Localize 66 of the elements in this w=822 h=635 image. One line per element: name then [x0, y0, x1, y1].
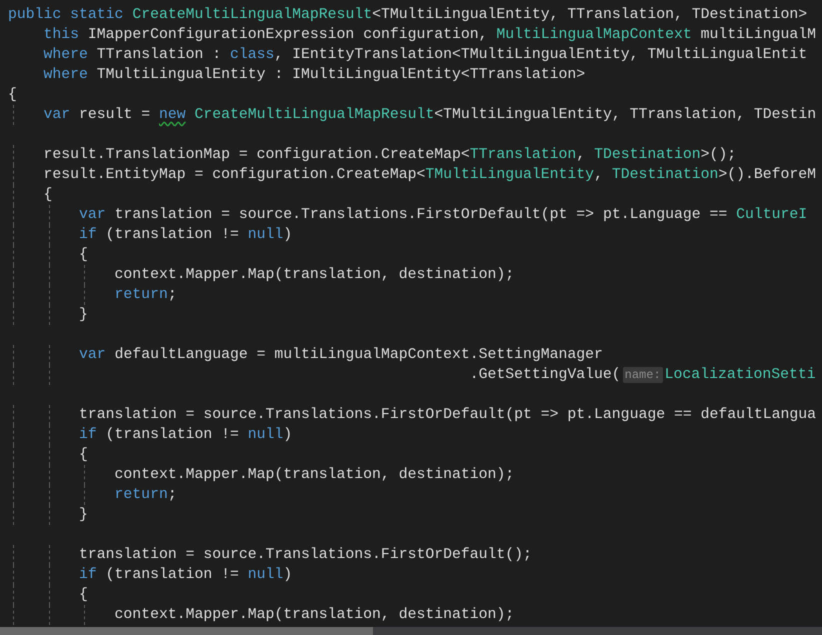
parameter-hint: name: [622, 367, 663, 383]
code-text: result.TranslationMap = configuration.CreateMap< [44, 146, 470, 165]
code-text: } [79, 306, 88, 325]
code-text: { [79, 246, 88, 265]
code-text: translation = source.Translations.FirstOrDefault(); [79, 546, 532, 565]
code-text: result = [79, 106, 152, 125]
flagged-keyword-text: new [158, 106, 186, 125]
scrollbar-thumb[interactable] [0, 627, 373, 635]
code-text: { [79, 446, 88, 465]
keyword-text: return [114, 486, 168, 505]
keyword-text: if [79, 226, 97, 245]
type-name-text: TTranslation [470, 146, 576, 165]
keyword-text: null [248, 566, 284, 585]
code-text: ) [283, 566, 292, 585]
code-text: translation = source.Translations.FirstOrDefault(pt => pt.Language == defaultLangua [79, 406, 816, 425]
type-name-text: TDestination [612, 166, 718, 185]
code-text: ) [283, 226, 292, 245]
code-text: >().BeforeM [718, 166, 816, 185]
keyword-text: this [44, 26, 80, 45]
code-text: context.Mapper.Map(translation, destination); [114, 606, 514, 625]
code-text: translation = source.Translations.FirstOrDefault(pt => pt.Language == [114, 206, 728, 225]
code-text: ; [168, 286, 177, 305]
keyword-text: public static [8, 6, 124, 25]
type-name-text: MultiLingualMapContext [496, 26, 692, 45]
code-text: (translation != [104, 226, 240, 245]
type-name-text: TMultiLingualEntity [425, 166, 594, 185]
keyword-text: return [114, 286, 168, 305]
code-text: IMapperConfigurationExpression configuration, [88, 26, 489, 45]
keyword-text: null [248, 426, 284, 445]
code-text: , [576, 146, 586, 165]
keyword-text: null [248, 226, 284, 245]
keyword-text: where [44, 46, 89, 65]
code-text: { [79, 586, 88, 605]
code-text: , IEntityTranslation<TMultiLingualEntity, TMultiLingualEntit [274, 46, 808, 65]
keyword-text: var [44, 106, 72, 125]
code-text: defaultLanguage = multiLingualMapContext.SettingManager [114, 346, 603, 365]
type-name-text: LocalizationSetti [664, 366, 816, 385]
code-text: { [8, 86, 17, 105]
keyword-text: if [79, 566, 97, 585]
type-name-text: CultureI [736, 206, 808, 225]
code-text: (translation != [104, 426, 240, 445]
code-text: { [44, 186, 52, 205]
code-text: (translation != [104, 566, 240, 585]
keyword-text: class [230, 46, 274, 65]
keyword-text: var [79, 346, 107, 365]
code-text: TMultiLingualEntity : IMultiLingualEntity<TTranslation> [96, 66, 586, 85]
type-name-text: CreateMultiLingualMapResult [132, 6, 372, 25]
code-text: ; [168, 486, 177, 505]
type-name-text: TDestination [594, 146, 701, 165]
keyword-text: if [79, 426, 97, 445]
horizontal-scrollbar[interactable] [0, 627, 822, 635]
code-text: multiLingualM [700, 26, 816, 45]
code-text: ) [283, 426, 292, 445]
code-text: context.Mapper.Map(translation, destination); [114, 266, 514, 285]
code-text: , [594, 166, 604, 185]
keyword-text: where [44, 66, 89, 85]
type-name-text: CreateMultiLingualMapResult [193, 106, 434, 125]
code-text: >(); [700, 146, 736, 165]
code-text: result.EntityMap = configuration.CreateMap< [44, 166, 426, 185]
code-text: context.Mapper.Map(translation, destination); [114, 466, 514, 485]
code-text: <TMultiLingualEntity, TTranslation, TDestination> [372, 6, 808, 25]
code-text: TTranslation : [96, 46, 222, 65]
code-text: .GetSettingValue( [470, 366, 621, 385]
code-text: <TMultiLingualEntity, TTranslation, TDestin [434, 106, 816, 125]
keyword-text: var [79, 206, 107, 225]
code-text: } [79, 506, 88, 525]
